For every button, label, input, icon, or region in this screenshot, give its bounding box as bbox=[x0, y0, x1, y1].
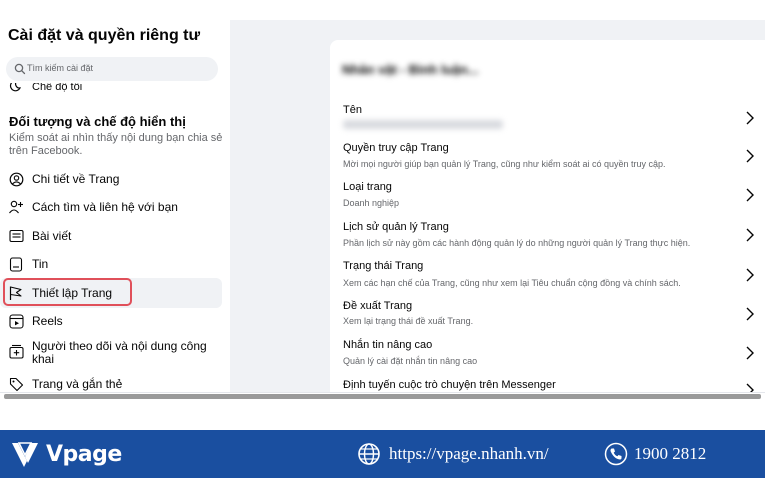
sidebar-item-label: Reels bbox=[32, 313, 63, 328]
sidebar-item-stories[interactable]: Tin bbox=[0, 255, 222, 273]
sidebar-item-tagging[interactable]: Trang và gắn thẻ bbox=[0, 375, 222, 392]
row-description: Quản lý cài đặt nhắn tin nâng cao bbox=[343, 356, 478, 366]
website-url: https://vpage.nhanh.vn/ bbox=[389, 444, 549, 463]
scrollbar-thumb[interactable] bbox=[4, 394, 761, 399]
highlight-box bbox=[3, 278, 132, 306]
brand-banner: Vpage https://vpage.nhanh.vn/ 1900 2812 bbox=[0, 430, 765, 478]
row-title: Lịch sử quản lý Trang bbox=[343, 221, 449, 233]
chevron-right-icon bbox=[746, 268, 754, 282]
settings-main: Nhân vật - Bình luận... Tên Quyền truy c… bbox=[230, 20, 765, 392]
vpage-logo: Vpage bbox=[10, 439, 122, 469]
search-icon bbox=[14, 63, 26, 75]
chevron-right-icon bbox=[746, 383, 754, 392]
search-placeholder: Tìm kiếm cài đặt bbox=[27, 63, 94, 73]
sidebar-item-label: Bài viết bbox=[32, 228, 72, 243]
row-page-access[interactable]: Quyền truy cập Trang Mời mọi người giúp … bbox=[330, 142, 765, 176]
website-link[interactable]: https://vpage.nhanh.vn/ bbox=[357, 442, 549, 466]
page-settings-card: Nhân vật - Bình luận... Tên Quyền truy c… bbox=[330, 40, 765, 392]
row-page-status[interactable]: Trạng thái Trang Xem các hạn chế của Tra… bbox=[330, 260, 765, 294]
person-circle-icon bbox=[8, 171, 24, 187]
sidebar-item-label: Người theo dõi và nội dung công khai bbox=[32, 339, 207, 366]
tag-icon bbox=[8, 376, 24, 392]
post-icon bbox=[8, 228, 24, 244]
phone-number: 1900 2812 bbox=[634, 444, 707, 463]
row-messenger-routing[interactable]: Định tuyến cuộc trò chuyện trên Messenge… bbox=[330, 379, 765, 392]
row-management-history[interactable]: Lịch sử quản lý Trang Phần lịch sử này g… bbox=[330, 221, 765, 255]
chevron-right-icon bbox=[746, 228, 754, 242]
sidebar-item-posts[interactable]: Bài viết bbox=[0, 227, 222, 245]
chevron-right-icon bbox=[746, 346, 754, 360]
sidebar-item-label: Chi tiết về Trang bbox=[32, 171, 120, 186]
row-name[interactable]: Tên bbox=[330, 102, 765, 136]
row-title: Tên bbox=[343, 104, 362, 116]
row-title: Quyền truy cập Trang bbox=[343, 142, 449, 154]
story-icon bbox=[8, 256, 24, 272]
horizontal-scrollbar[interactable] bbox=[0, 392, 765, 400]
sidebar-item-label: Tin bbox=[32, 256, 49, 271]
row-description: Phần lịch sử này gồm các hành động quản … bbox=[343, 238, 691, 248]
row-title: Trạng thái Trang bbox=[343, 260, 424, 272]
row-page-recommendation[interactable]: Đề xuất Trang Xem lại trạng thái đề xuất… bbox=[330, 300, 765, 334]
reels-icon bbox=[8, 313, 24, 329]
redacted-value bbox=[343, 120, 503, 129]
chevron-right-icon bbox=[746, 149, 754, 163]
sidebar-item-label: Trang và gắn thẻ bbox=[32, 376, 123, 391]
row-description: Mời mọi người giúp bạn quản lý Trang, cũ… bbox=[343, 159, 666, 169]
hotline[interactable]: 1900 2812 bbox=[604, 442, 706, 466]
card-header: Nhân vật - Bình luận... bbox=[342, 62, 479, 77]
vpage-logo-icon bbox=[12, 442, 38, 467]
person-add-icon bbox=[8, 199, 24, 215]
settings-sidebar: Cài đặt và quyền riêng tư Tìm kiếm cài đ… bbox=[0, 20, 230, 392]
row-title: Nhắn tin nâng cao bbox=[343, 339, 433, 351]
row-title: Loại trang bbox=[343, 181, 392, 193]
section-title: Đối tượng và chế độ hiển thị bbox=[9, 114, 186, 129]
spacer bbox=[0, 400, 765, 430]
followers-icon bbox=[8, 343, 24, 359]
top-strip bbox=[0, 0, 765, 20]
chevron-right-icon bbox=[746, 188, 754, 202]
moon-icon bbox=[9, 83, 22, 92]
row-description: Xem các hạn chế của Trang, cũng như xem … bbox=[343, 278, 681, 288]
sidebar-item-dark-mode[interactable]: Chế độ tối bbox=[8, 83, 128, 93]
phone-icon bbox=[604, 442, 628, 466]
row-description: Doanh nghiệp bbox=[343, 198, 400, 208]
brand-name: Vpage bbox=[46, 441, 122, 467]
chevron-right-icon bbox=[746, 111, 754, 125]
row-page-type[interactable]: Loại trang Doanh nghiệp bbox=[330, 181, 765, 215]
sidebar-item-followers[interactable]: Người theo dõi và nội dung công khai bbox=[0, 339, 222, 367]
sidebar-item-page-details[interactable]: Chi tiết về Trang bbox=[0, 170, 222, 188]
row-advanced-messaging[interactable]: Nhắn tin nâng cao Quản lý cài đặt nhắn t… bbox=[330, 339, 765, 373]
row-title: Định tuyến cuộc trò chuyện trên Messenge… bbox=[343, 379, 556, 391]
sidebar-item-label: Chế độ tối bbox=[32, 83, 83, 93]
row-title: Đề xuất Trang bbox=[343, 300, 413, 312]
section-description: Kiểm soát ai nhìn thấy nội dung bạn chia… bbox=[9, 132, 223, 157]
chevron-right-icon bbox=[746, 307, 754, 321]
search-input[interactable]: Tìm kiếm cài đặt bbox=[6, 57, 218, 81]
globe-icon bbox=[358, 443, 380, 465]
sidebar-item-label: Cách tìm và liên hệ với bạn bbox=[32, 199, 178, 214]
sidebar-title: Cài đặt và quyền riêng tư bbox=[8, 27, 201, 44]
row-description: Xem lại trạng thái đề xuất Trang. bbox=[343, 316, 474, 326]
sidebar-item-find-contact[interactable]: Cách tìm và liên hệ với bạn bbox=[0, 198, 222, 216]
sidebar-item-reels[interactable]: Reels bbox=[0, 312, 222, 330]
